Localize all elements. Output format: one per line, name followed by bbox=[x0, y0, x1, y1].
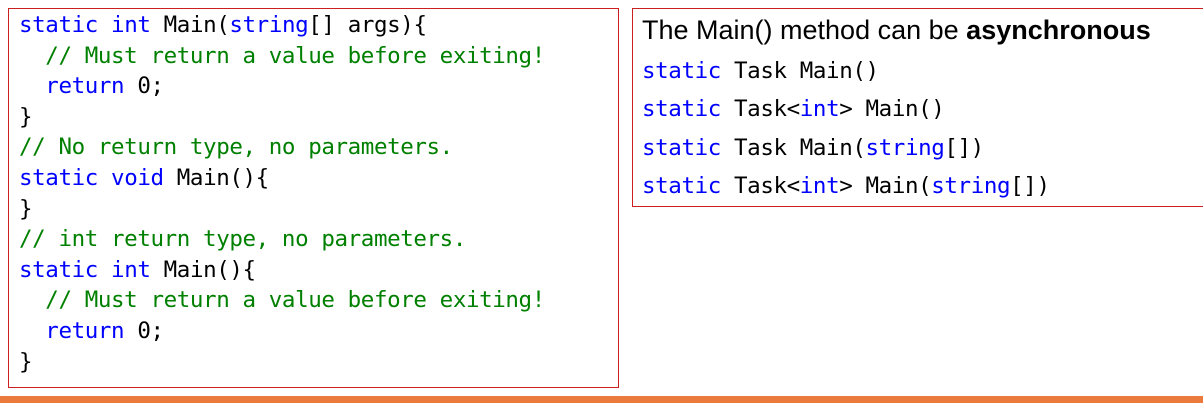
code-keyword: static bbox=[19, 165, 98, 191]
async-signature-line: static Task<int> Main() bbox=[642, 94, 945, 124]
code-keyword: static bbox=[642, 58, 721, 84]
main-signature-line: static int Main(string[] args){ bbox=[19, 10, 427, 40]
code-text: [] args){ bbox=[308, 12, 427, 38]
main-signature-line: // No return type, no parameters. bbox=[19, 132, 453, 162]
code-panel-async-main: The Main() method can be asynchronous st… bbox=[632, 8, 1203, 207]
async-heading: The Main() method can be asynchronous bbox=[642, 12, 1151, 48]
code-comment: // Must return a value before exiting! bbox=[45, 42, 545, 69]
code-text: []) bbox=[944, 134, 984, 161]
code-keyword: int bbox=[111, 256, 151, 283]
main-signature-line: // Must return a value before exiting! bbox=[19, 41, 545, 71]
code-text: } bbox=[19, 195, 33, 222]
heading-prefix: The Main() method can be bbox=[642, 15, 967, 45]
async-signature-line: static Task Main(string[]) bbox=[642, 133, 984, 163]
heading-emphasis: asynchronous bbox=[966, 15, 1151, 45]
code-keyword: string bbox=[865, 134, 945, 161]
code-text: []) bbox=[1010, 172, 1050, 199]
main-signature-line: } bbox=[19, 102, 33, 132]
code-text: Main( bbox=[150, 12, 230, 38]
main-signature-line: // Must return a value before exiting! bbox=[19, 285, 545, 315]
code-keyword: return bbox=[45, 318, 125, 344]
code-panel-main-signatures: static int Main(string[] args){ // Must … bbox=[8, 8, 619, 388]
code-comment: // int return type, no parameters. bbox=[19, 226, 466, 253]
code-text: Task< bbox=[720, 172, 800, 199]
code-keyword: static bbox=[19, 12, 98, 38]
code-keyword: static bbox=[642, 134, 721, 161]
code-keyword: static bbox=[642, 96, 721, 123]
code-keyword: return bbox=[45, 73, 125, 100]
code-keyword: static bbox=[642, 172, 721, 199]
code-keyword: int bbox=[799, 96, 840, 123]
code-text: Main(){ bbox=[163, 165, 269, 191]
main-signature-line: } bbox=[19, 194, 33, 224]
code-text: Task Main( bbox=[720, 134, 866, 161]
code-text: Main(){ bbox=[150, 256, 256, 283]
code-text: } bbox=[19, 103, 33, 130]
accent-bar bbox=[0, 396, 1203, 403]
code-keyword: int bbox=[799, 172, 840, 199]
code-text: 0; bbox=[124, 73, 164, 100]
code-keyword: string bbox=[229, 12, 309, 38]
main-signature-line: return 0; bbox=[19, 316, 164, 346]
main-signature-line: return 0; bbox=[19, 71, 164, 101]
code-text: Task Main() bbox=[720, 58, 879, 84]
code-keyword: static bbox=[19, 256, 98, 283]
code-text: } bbox=[19, 348, 33, 375]
code-comment: // No return type, no parameters. bbox=[19, 134, 453, 161]
code-text: 0; bbox=[124, 318, 164, 344]
async-signature-line: static Task<int> Main(string[]) bbox=[642, 171, 1050, 201]
main-signature-line: static void Main(){ bbox=[19, 163, 269, 193]
code-keyword: void bbox=[111, 165, 164, 191]
code-text: > Main() bbox=[839, 96, 945, 123]
code-comment: // Must return a value before exiting! bbox=[45, 287, 545, 314]
main-signature-line: static int Main(){ bbox=[19, 255, 256, 285]
code-text: Task< bbox=[720, 96, 800, 123]
code-keyword: int bbox=[111, 12, 151, 38]
main-signature-line: } bbox=[19, 347, 33, 377]
main-signature-line: // int return type, no parameters. bbox=[19, 224, 466, 254]
code-text: > Main( bbox=[839, 172, 932, 199]
async-signature-line: static Task Main() bbox=[642, 56, 879, 86]
code-keyword: string bbox=[931, 172, 1011, 199]
